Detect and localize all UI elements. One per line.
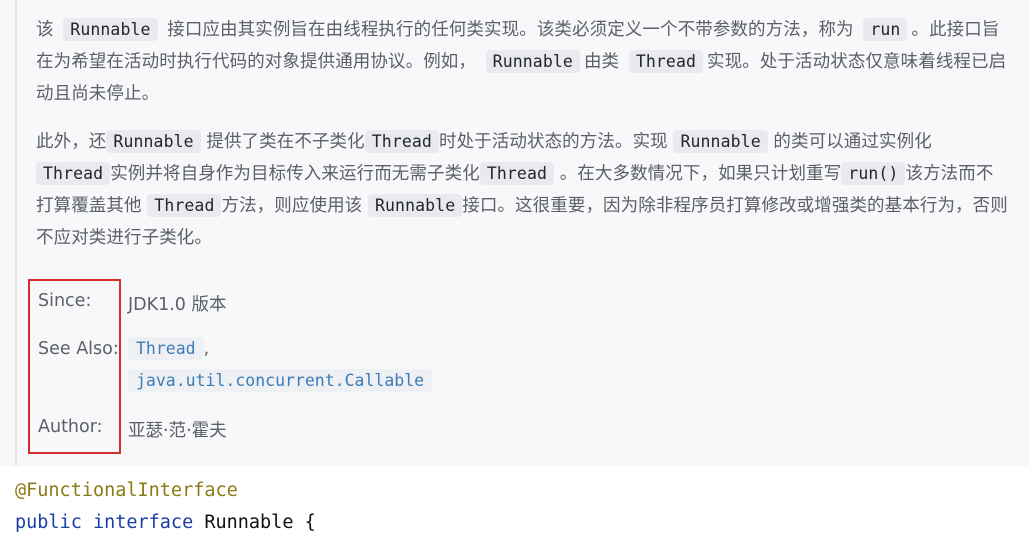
text: 提供了类在不子类化 <box>206 132 365 152</box>
code-runnable: Runnable <box>63 18 158 41</box>
code-runnable: Runnable <box>106 130 201 153</box>
see-also-separator: , <box>203 339 210 359</box>
code-thread: Thread <box>36 162 111 185</box>
quick-documentation-panel: 该 Runnable 接口应由其实例旨在由线程执行的任何类实现。该类必须定义一个… <box>0 0 1029 466</box>
doc-paragraph-1: 该 Runnable 接口应由其实例旨在由线程执行的任何类实现。该类必须定义一个… <box>36 14 1011 110</box>
code-runnable: Runnable <box>367 194 463 217</box>
text: 接口应由其实例旨在由线程执行的任何类实现。该类必须定义一个不带参数的方法，称为 <box>167 20 854 40</box>
code-runnable: Runnable <box>485 50 580 73</box>
code-thread: Thread <box>479 162 555 185</box>
text: 实例并将自身作为目标传入来运行而无需子类化 <box>110 164 480 184</box>
open-brace: { <box>304 512 316 533</box>
text: 时处于活动状态的方法。实现 <box>438 132 668 152</box>
link-callable[interactable]: java.util.concurrent.Callable <box>128 369 433 392</box>
code-thread: Thread <box>147 194 222 217</box>
red-highlight-box <box>28 279 121 454</box>
code-run-method: run() <box>841 162 906 185</box>
code-thread: Thread <box>364 130 439 153</box>
author-value: 亚瑟·范·霍夫 <box>128 421 227 441</box>
code-thread: Thread <box>628 50 704 73</box>
see-also-value-1: Thread, <box>128 337 210 360</box>
since-value: JDK1.0 版本 <box>128 295 227 315</box>
doc-left-border <box>15 0 17 466</box>
code-runnable: Runnable <box>673 130 768 153</box>
doc-paragraph-2: 此外，还 Runnable 提供了类在不子类化 Thread 时处于活动状态的方法。实… <box>36 126 1011 254</box>
code-run: run <box>863 18 908 41</box>
interface-declaration-line: public interface Runnable { <box>15 512 316 533</box>
text: 的类可以通过实例化 <box>773 132 932 152</box>
keyword-public: public <box>15 512 82 533</box>
text: 此外，还 <box>36 132 107 152</box>
see-also-value-2: java.util.concurrent.Callable <box>128 369 433 392</box>
text: 该 <box>36 20 54 40</box>
annotation-line: @FunctionalInterface <box>15 480 238 501</box>
text: 由类 <box>583 52 620 72</box>
text: 方法，则应使用该 <box>221 196 363 216</box>
keyword-interface: interface <box>92 512 194 533</box>
link-thread[interactable]: Thread <box>128 337 204 360</box>
text: 。在大多数情况下，如果只计划重写 <box>559 164 842 184</box>
interface-name: Runnable <box>204 512 294 533</box>
